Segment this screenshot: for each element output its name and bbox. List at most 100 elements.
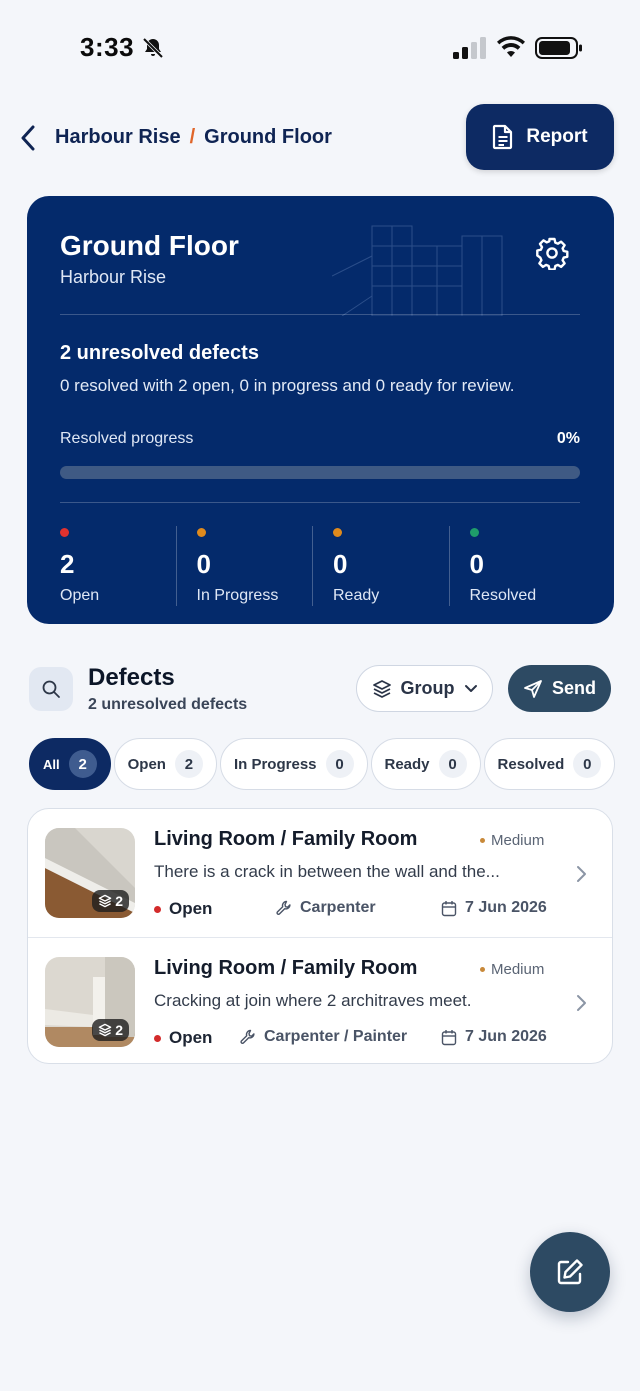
trade-label: Carpenter: [300, 899, 376, 916]
stat-count: 0: [196, 549, 211, 579]
defect-date: 7 Jun 2026: [441, 1028, 547, 1046]
cellular-signal-icon: [453, 37, 486, 59]
unresolved-title: 2 unresolved defects: [60, 342, 259, 364]
stat-label: Resolved: [469, 587, 537, 604]
priority-dot: [480, 967, 485, 972]
defect-status: Open: [154, 899, 212, 919]
chevron-right-icon: [577, 995, 586, 1011]
breadcrumb: Harbour Rise / Ground Floor: [55, 126, 332, 149]
stat-count: 2: [60, 549, 75, 579]
add-defect-button[interactable]: [530, 1232, 610, 1312]
breadcrumb-current: Ground Floor: [204, 126, 332, 148]
progress-percent: 0%: [556, 430, 580, 447]
defect-list: 2 Living Room / Family Room Medium There…: [27, 808, 613, 1064]
wifi-icon: [497, 36, 525, 57]
edit-icon: [557, 1259, 583, 1285]
status-time: 3:33: [80, 32, 135, 62]
floor-title: Ground Floor: [60, 230, 239, 261]
group-dropdown[interactable]: Group: [356, 665, 493, 712]
search-button[interactable]: [29, 667, 73, 711]
photo-count-badge: 2: [92, 890, 129, 912]
defects-subtitle: 2 unresolved defects: [88, 696, 248, 713]
document-icon: [493, 124, 513, 150]
breadcrumb-project[interactable]: Harbour Rise: [55, 126, 181, 149]
filter-chip-all[interactable]: All 2: [29, 738, 111, 790]
calendar-icon: [441, 900, 457, 916]
priority-label: Medium: [491, 832, 545, 849]
status-stats: 2 Open 0 In Progress 0 Ready 0 Resolved: [60, 526, 585, 606]
chevron-right-icon: [577, 866, 586, 882]
defects-title: Defects: [88, 664, 175, 691]
stat-ready[interactable]: 0 Ready: [312, 526, 449, 606]
filter-chip-ready[interactable]: Ready 0: [370, 738, 481, 790]
priority-dot: [480, 838, 485, 843]
defect-photo[interactable]: 2: [45, 828, 135, 918]
trade-label: Carpenter / Painter: [264, 1028, 408, 1045]
chip-count: 2: [174, 750, 203, 778]
status-bar: 3:33: [0, 0, 640, 95]
layers-icon: [98, 894, 112, 908]
defect-description: There is a crack in between the wall and…: [154, 862, 500, 881]
unresolved-detail: 0 resolved with 2 open, 0 in progress an…: [60, 376, 515, 395]
bell-slash-icon: [142, 37, 164, 59]
status-label: Open: [169, 1028, 213, 1047]
chip-label: In Progress: [233, 755, 317, 773]
search-icon: [42, 680, 60, 698]
defect-row[interactable]: 2 Living Room / Family Room Medium There…: [28, 809, 612, 937]
priority-badge: Medium: [480, 961, 544, 978]
defect-location: Living Room / Family Room: [154, 957, 418, 979]
photo-count: 2: [115, 1022, 123, 1038]
calendar-icon: [441, 1029, 457, 1045]
defect-description: Cracking at join where 2 architraves mee…: [154, 991, 472, 1010]
filter-chip-resolved[interactable]: Resolved 0: [483, 738, 616, 790]
gear-icon[interactable]: [535, 236, 569, 270]
building-illustration: [332, 225, 503, 316]
summary-card: Ground Floor Harbour Rise 2 unresolved d…: [27, 196, 614, 624]
defect-date: 7 Jun 2026: [441, 899, 547, 917]
defect-trade: Carpenter / Painter: [240, 1028, 407, 1046]
chip-label: Ready: [384, 755, 430, 773]
send-button[interactable]: Send: [508, 665, 611, 712]
defect-trade: Carpenter: [276, 899, 376, 917]
defect-location: Living Room / Family Room: [154, 828, 418, 850]
priority-label: Medium: [491, 961, 545, 978]
chip-label: Resolved: [497, 755, 565, 773]
chip-count: 0: [325, 750, 354, 778]
card-divider-top: [60, 314, 580, 315]
photo-count: 2: [115, 893, 123, 909]
stat-in-progress[interactable]: 0 In Progress: [175, 526, 313, 606]
status-dot: [154, 1034, 161, 1042]
chip-count: 2: [68, 750, 97, 778]
report-button-label: Report: [526, 126, 588, 147]
photo-count-badge: 2: [92, 1019, 129, 1041]
layers-icon: [98, 1023, 112, 1037]
date-label: 7 Jun 2026: [465, 1028, 547, 1045]
filter-chip-in-progress[interactable]: In Progress 0: [219, 738, 368, 790]
send-label: Send: [551, 678, 596, 698]
chip-count: 0: [438, 750, 467, 778]
filter-chips: All 2 Open 2 In Progress 0 Ready 0 Resol…: [29, 738, 616, 790]
chevron-down-icon: [464, 684, 477, 692]
stat-resolved[interactable]: 0 Resolved: [448, 526, 586, 606]
chip-label: Open: [127, 755, 166, 773]
defect-status: Open: [154, 1028, 212, 1048]
stat-count: 0: [333, 549, 348, 579]
filter-chip-open[interactable]: Open 2: [113, 738, 217, 790]
defect-photo[interactable]: 2: [45, 957, 135, 1047]
priority-badge: Medium: [480, 832, 544, 849]
wrench-icon: [276, 900, 291, 915]
stat-open[interactable]: 2 Open: [60, 526, 176, 606]
paper-plane-icon: [524, 679, 542, 698]
card-divider-bottom: [60, 502, 580, 503]
project-subtitle: Harbour Rise: [60, 267, 167, 287]
stat-dot: [196, 528, 206, 537]
back-button[interactable]: [20, 124, 44, 152]
chevron-left-icon: [21, 125, 35, 151]
stat-label: Open: [60, 587, 100, 604]
stat-dot: [333, 528, 342, 537]
report-button[interactable]: Report: [466, 104, 614, 170]
wrench-icon: [240, 1029, 255, 1044]
defect-row[interactable]: 2 Living Room / Family Room Medium Crack…: [28, 937, 612, 1063]
status-label: Open: [169, 899, 213, 918]
layers-icon: [372, 679, 391, 698]
